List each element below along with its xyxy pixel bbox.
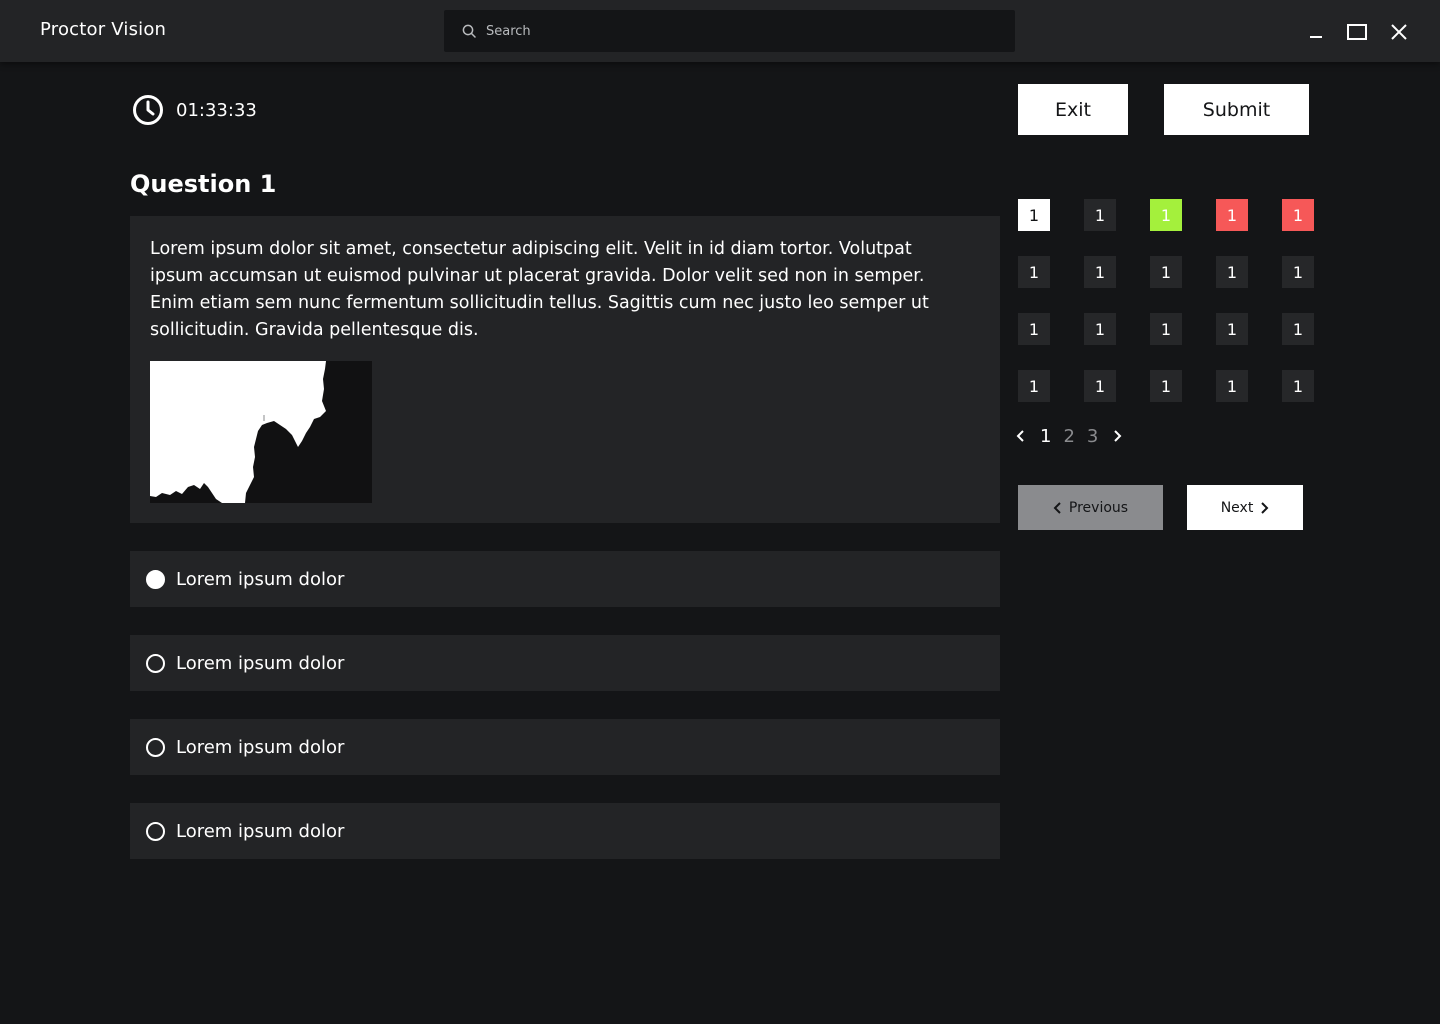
answer-option[interactable]: Lorem ipsum dolor — [130, 803, 1000, 859]
question-grid-cell[interactable]: 1 — [1282, 256, 1314, 288]
chevron-left-icon — [1053, 501, 1061, 514]
search-input[interactable] — [486, 23, 986, 39]
clock-icon — [133, 95, 163, 125]
radio-unselected-icon[interactable] — [146, 821, 165, 841]
question-text: Lorem ipsum dolor sit amet, consectetur … — [150, 239, 929, 340]
question-grid-cell[interactable]: 1 — [1084, 370, 1116, 402]
question-grid-cell[interactable]: 1 — [1216, 370, 1248, 402]
answer-option-label: Lorem ipsum dolor — [176, 820, 345, 842]
answer-option-label: Lorem ipsum dolor — [176, 652, 345, 674]
page-number[interactable]: 2 — [1063, 426, 1074, 447]
question-grid-cell[interactable]: 1 — [1018, 370, 1050, 402]
next-button[interactable]: Next — [1187, 485, 1303, 530]
radio-unselected-icon[interactable] — [146, 737, 165, 757]
answer-option[interactable]: Lorem ipsum dolor — [130, 719, 1000, 775]
title-bar: Proctor Vision — [0, 0, 1440, 62]
answer-option[interactable]: Lorem ipsum dolor — [130, 551, 1000, 607]
question-grid-cell[interactable]: 1 — [1216, 256, 1248, 288]
maximize-icon — [1347, 24, 1367, 40]
question-grid-cell[interactable]: 1 — [1084, 256, 1116, 288]
maximize-button[interactable] — [1343, 18, 1371, 46]
minimize-button[interactable] — [1302, 18, 1330, 46]
close-icon — [1391, 24, 1407, 40]
question-grid-cell[interactable]: 1 — [1084, 199, 1116, 231]
page-number[interactable]: 1 — [1040, 426, 1051, 447]
question-card: Lorem ipsum dolor sit amet, consectetur … — [130, 216, 1000, 523]
page-prev-button[interactable] — [1014, 422, 1028, 450]
answer-option-label: Lorem ipsum dolor — [176, 568, 345, 590]
question-grid-cell[interactable]: 1 — [1282, 199, 1314, 231]
previous-button-label: Previous — [1068, 499, 1129, 516]
question-grid-cell[interactable]: 1 — [1150, 256, 1182, 288]
chevron-left-icon — [1016, 430, 1024, 442]
next-button-label: Next — [1220, 499, 1254, 516]
exam-timer: 01:33:33 — [132, 94, 257, 126]
grid-pagination: 1 2 3 — [1014, 422, 1124, 450]
question-grid-cell[interactable]: 1 — [1282, 370, 1314, 402]
search-bar[interactable] — [444, 10, 1015, 52]
close-button[interactable] — [1385, 18, 1413, 46]
page-number[interactable]: 3 — [1087, 426, 1098, 447]
chevron-right-icon — [1114, 430, 1122, 442]
question-grid-cell[interactable]: 1 — [1216, 313, 1248, 345]
question-grid-cell[interactable]: 1 — [1084, 313, 1116, 345]
radio-unselected-icon[interactable] — [146, 653, 165, 673]
page-next-button[interactable] — [1110, 422, 1124, 450]
exit-button[interactable]: Exit — [1018, 84, 1128, 135]
question-title: Question 1 — [130, 170, 277, 198]
minimize-icon — [1310, 36, 1322, 38]
question-grid-cell[interactable]: 1 — [1018, 256, 1050, 288]
question-grid-cell[interactable]: 1 — [1018, 313, 1050, 345]
timer-value: 01:33:33 — [176, 99, 257, 121]
question-grid-cell[interactable]: 1 — [1150, 370, 1182, 402]
question-grid-cell[interactable]: 1 — [1150, 199, 1182, 231]
search-icon — [462, 24, 476, 38]
question-image — [150, 361, 372, 503]
question-grid-cell[interactable]: 1 — [1150, 313, 1182, 345]
question-grid-cell[interactable]: 1 — [1018, 199, 1050, 231]
radio-selected-icon[interactable] — [146, 569, 165, 589]
submit-button[interactable]: Submit — [1164, 84, 1309, 135]
answer-option[interactable]: Lorem ipsum dolor — [130, 635, 1000, 691]
question-grid-cell[interactable]: 1 — [1216, 199, 1248, 231]
app-title: Proctor Vision — [40, 19, 167, 40]
answer-option-label: Lorem ipsum dolor — [176, 736, 345, 758]
chevron-right-icon — [1261, 501, 1269, 514]
previous-button[interactable]: Previous — [1018, 485, 1163, 530]
question-grid-cell[interactable]: 1 — [1282, 313, 1314, 345]
